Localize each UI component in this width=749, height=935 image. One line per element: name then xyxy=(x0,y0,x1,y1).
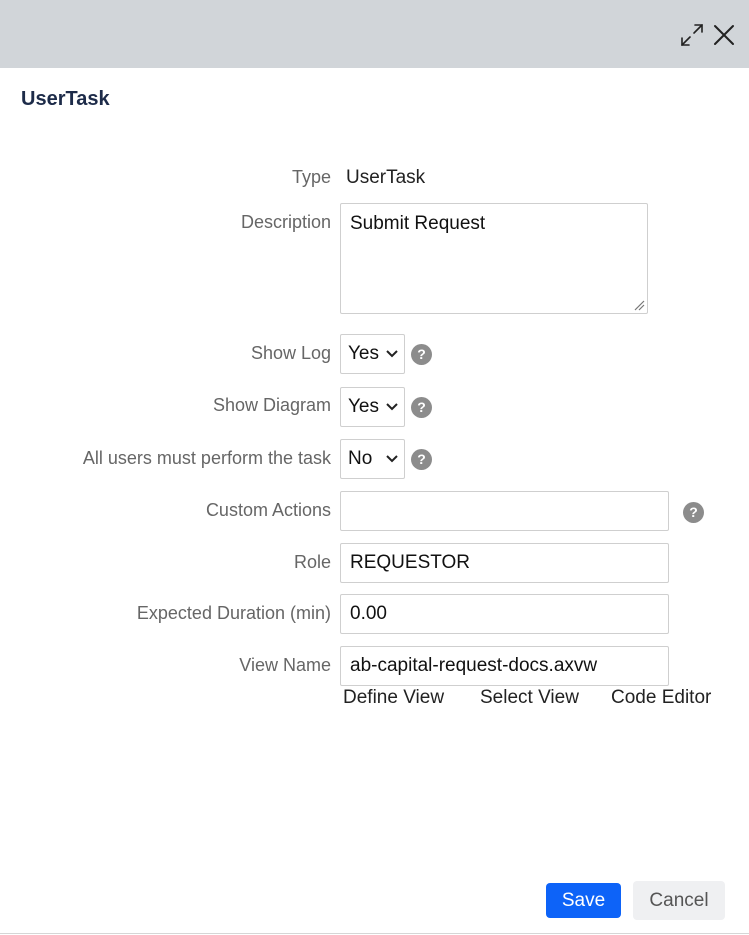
view-name-label: View Name xyxy=(239,655,331,675)
show-log-label: Show Log xyxy=(250,343,331,363)
show-diagram-selected-value: Yes xyxy=(348,396,379,417)
bottom-divider xyxy=(0,933,749,934)
view-name-input[interactable]: ab-capital-request-docs.axvw xyxy=(340,646,669,686)
custom-actions-input[interactable] xyxy=(340,491,669,531)
show-log-help-icon[interactable]: ? xyxy=(411,344,432,365)
dialog-title: UserTask xyxy=(21,88,110,110)
select-view-link[interactable]: Select View xyxy=(480,687,579,709)
type-label: Type xyxy=(291,167,331,187)
all-users-select[interactable]: No xyxy=(340,439,405,479)
type-value: UserTask xyxy=(346,167,426,188)
code-editor-link[interactable]: Code Editor xyxy=(611,687,711,709)
show-diagram-label: Show Diagram xyxy=(212,395,331,415)
role-label: Role xyxy=(293,552,331,572)
show-diagram-select[interactable]: Yes xyxy=(340,387,405,427)
custom-actions-label: Custom Actions xyxy=(205,500,331,520)
description-text: Submit Request xyxy=(350,213,486,234)
all-users-selected-value: No xyxy=(348,448,373,469)
description-label: Description xyxy=(240,212,331,232)
show-log-selected-value: Yes xyxy=(348,343,379,364)
expected-duration-label: Expected Duration (min) xyxy=(136,603,331,623)
role-input[interactable]: REQUESTOR xyxy=(340,543,669,583)
all-users-label: All users must perform the task xyxy=(82,448,331,468)
custom-actions-help-icon[interactable]: ? xyxy=(683,502,704,523)
close-icon[interactable] xyxy=(711,22,737,48)
chevron-down-icon xyxy=(386,350,398,358)
expand-icon[interactable] xyxy=(679,22,705,48)
show-diagram-help-icon[interactable]: ? xyxy=(411,397,432,418)
expected-duration-input[interactable]: 0.00 xyxy=(340,594,669,634)
define-view-link[interactable]: Define View xyxy=(343,687,444,709)
chevron-down-icon xyxy=(386,403,398,411)
cancel-button[interactable]: Cancel xyxy=(633,881,725,920)
save-button[interactable]: Save xyxy=(546,883,621,918)
description-textarea[interactable]: Submit Request xyxy=(340,203,648,314)
show-log-select[interactable]: Yes xyxy=(340,334,405,374)
dialog-header-bar xyxy=(0,0,749,68)
all-users-help-icon[interactable]: ? xyxy=(411,449,432,470)
resize-grip-icon[interactable] xyxy=(633,299,645,311)
chevron-down-icon xyxy=(386,455,398,463)
